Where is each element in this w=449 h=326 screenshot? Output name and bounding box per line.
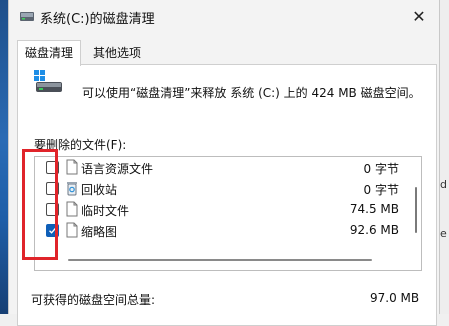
file-size: 0 字节 <box>363 183 399 197</box>
title-bar[interactable]: 系统(C:)的磁盘清理 ✕ <box>9 0 439 32</box>
desktop-wallpaper <box>0 0 8 314</box>
list-item[interactable]: 回收站 0 字节 <box>35 178 405 199</box>
window-title: 系统(C:)的磁盘清理 <box>40 12 155 27</box>
total-space-label: 可获得的磁盘空间总量: <box>31 293 156 307</box>
tab-more-options[interactable]: 其他选项 <box>85 40 149 66</box>
file-size: 92.6 MB <box>349 223 399 237</box>
file-checkbox[interactable] <box>46 224 59 237</box>
close-icon: ✕ <box>412 6 426 26</box>
file-checkbox[interactable] <box>46 203 59 216</box>
tab-panel: 可以使用“磁盘清理”来释放 系统 (C:) 上的 424 MB 磁盘空间。 要删… <box>17 64 437 326</box>
checkmark-icon <box>49 227 57 234</box>
document-icon <box>66 222 78 238</box>
file-checkbox[interactable] <box>46 161 59 174</box>
background-text-fragment: e <box>440 227 447 240</box>
vertical-scrollbar[interactable] <box>415 187 417 233</box>
drive-icon <box>34 70 62 92</box>
file-name: 临时文件 <box>81 204 130 218</box>
document-icon <box>66 201 78 217</box>
file-size: 0 字节 <box>363 162 399 176</box>
files-list[interactable]: 语言资源文件 0 字节 回收站 0 字节 临时文件 74.5 MB 缩略图 92… <box>34 156 422 271</box>
background-text-fragment: d <box>440 178 447 191</box>
recycle-bin-icon <box>67 182 77 196</box>
summary-text: 可以使用“磁盘清理”来释放 系统 (C:) 上的 424 MB 磁盘空间。 <box>82 86 421 100</box>
file-name: 语言资源文件 <box>81 162 154 176</box>
tab-disk-cleanup[interactable]: 磁盘清理 <box>17 40 82 66</box>
total-space-value: 97.0 MB <box>370 291 420 305</box>
files-to-delete-label: 要删除的文件(F): <box>34 138 127 152</box>
list-item[interactable]: 语言资源文件 0 字节 <box>35 157 405 178</box>
document-icon <box>66 159 78 175</box>
horizontal-scrollbar[interactable] <box>68 259 372 261</box>
list-item[interactable]: 缩略图 92.6 MB <box>35 220 405 241</box>
file-name: 回收站 <box>81 183 118 197</box>
disk-cleanup-dialog: 系统(C:)的磁盘清理 ✕ 磁盘清理 其他选项 可以使用“磁盘清理”来释放 系统… <box>8 0 440 326</box>
disk-cleanup-app-icon <box>20 12 34 21</box>
list-item[interactable]: 临时文件 74.5 MB <box>35 199 405 220</box>
file-checkbox[interactable] <box>46 182 59 195</box>
file-name: 缩略图 <box>81 225 118 239</box>
close-button[interactable]: ✕ <box>399 0 439 32</box>
file-size: 74.5 MB <box>349 202 399 216</box>
